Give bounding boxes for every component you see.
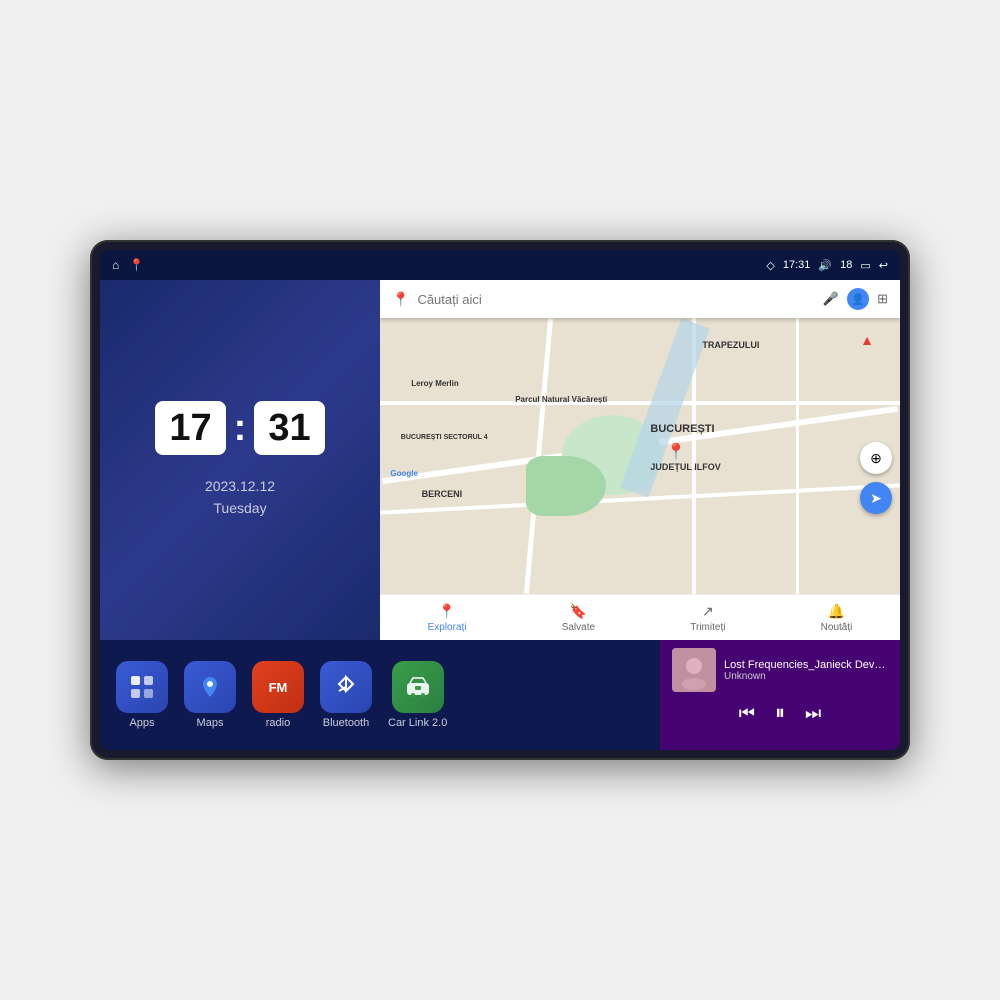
- map-green-area: [526, 456, 606, 516]
- clock-minute: 31: [268, 409, 310, 447]
- app-icons-panel: Apps Maps: [100, 640, 660, 750]
- map-road: [380, 401, 900, 405]
- map-search-bar: 📍 🎤 👤 ⊞: [380, 280, 900, 318]
- apps-label: Apps: [129, 717, 154, 729]
- map-area[interactable]: TRAPEZULUI BUCUREȘTI JUDEȚUL ILFOV Parcu…: [380, 318, 900, 594]
- status-right: ◇ 17:31 🔊 18 ▭ ↩: [766, 259, 888, 272]
- map-label-leroy: Leroy Merlin: [411, 379, 459, 388]
- send-icon: ↗: [702, 603, 714, 620]
- volume-icon: 🔊: [818, 259, 832, 272]
- location-marker: 📍: [666, 442, 686, 462]
- back-icon[interactable]: ↩: [879, 259, 888, 272]
- map-label-sector4: BUCUREȘTI SECTORUL 4: [401, 434, 488, 441]
- app-icon-maps[interactable]: Maps: [184, 661, 236, 729]
- status-bar: ⌂ 📍 ◇ 17:31 🔊 18 ▭ ↩: [100, 250, 900, 280]
- map-label-ilfov: JUDEȚUL ILFOV: [650, 462, 720, 472]
- map-nav-news[interactable]: 🔔 Noutăți: [813, 599, 861, 637]
- clock-colon: :: [234, 409, 247, 447]
- music-prev-button[interactable]: ⏮: [739, 703, 755, 724]
- map-location-btn[interactable]: ⊕: [860, 442, 892, 474]
- bottom-section: Apps Maps: [100, 640, 900, 750]
- music-thumbnail: [672, 648, 716, 692]
- main-content: 17 : 31 2023.12.12 Tuesday: [100, 280, 900, 750]
- maps-status-icon[interactable]: 📍: [129, 258, 144, 272]
- clock-hour-block: 17: [155, 401, 225, 455]
- map-label-trapezului: TRAPEZULUI: [702, 340, 759, 350]
- music-controls: ⏮ ⏸ ⏭: [672, 702, 888, 725]
- north-indicator: ▲: [860, 332, 874, 348]
- clock-display: 17 : 31: [155, 401, 324, 455]
- app-icon-radio[interactable]: FM radio: [252, 661, 304, 729]
- device-outer: ⌂ 📍 ◇ 17:31 🔊 18 ▭ ↩ 17: [90, 240, 910, 760]
- map-nav-saved[interactable]: 🔖 Salvate: [554, 599, 603, 637]
- bluetooth-icon-bg: [320, 661, 372, 713]
- map-road: [796, 318, 799, 594]
- apps-icon-bg: [116, 661, 168, 713]
- status-left: ⌂ 📍: [112, 258, 144, 272]
- signal-icon: ◇: [766, 259, 774, 272]
- map-navigate-btn[interactable]: ➤: [860, 482, 892, 514]
- map-bottom-nav: 📍 Explorați 🔖 Salvate ↗ Trimiteți 🔔: [380, 594, 900, 640]
- music-panel: Lost Frequencies_Janieck Devy-... Unknow…: [660, 640, 900, 750]
- home-icon[interactable]: ⌂: [112, 258, 119, 272]
- map-nav-send-label: Trimiteți: [690, 622, 725, 633]
- radio-label: radio: [266, 717, 290, 729]
- clock-minute-block: 31: [254, 401, 324, 455]
- map-label-google: Google: [390, 469, 418, 478]
- bluetooth-label: Bluetooth: [323, 717, 369, 729]
- music-artist: Unknown: [724, 671, 888, 682]
- map-label-bucuresti: BUCUREȘTI: [650, 423, 714, 435]
- radio-icon-bg: FM: [252, 661, 304, 713]
- map-controls-right: ⊕ ➤: [860, 442, 892, 514]
- battery-icon: ▭: [860, 259, 870, 272]
- map-nav-news-label: Noutăți: [821, 622, 853, 633]
- maps-icon-bg: [184, 661, 236, 713]
- map-nav-explore-label: Explorați: [428, 622, 467, 633]
- clock-hour: 17: [169, 409, 211, 447]
- map-background: TRAPEZULUI BUCUREȘTI JUDEȚUL ILFOV Parcu…: [380, 318, 900, 594]
- saved-icon: 🔖: [570, 603, 587, 620]
- app-icon-apps[interactable]: Apps: [116, 661, 168, 729]
- clock-date: 2023.12.12 Tuesday: [205, 475, 275, 520]
- map-label-parc: Parcul Natural Văcărești: [515, 395, 607, 404]
- map-layers-icon[interactable]: ⊞: [877, 291, 888, 307]
- map-nav-explore[interactable]: 📍 Explorați: [420, 599, 475, 637]
- device-screen: ⌂ 📍 ◇ 17:31 🔊 18 ▭ ↩ 17: [100, 250, 900, 750]
- google-maps-pin-icon: 📍: [392, 291, 409, 308]
- maps-label: Maps: [197, 717, 224, 729]
- explore-icon: 📍: [438, 603, 455, 620]
- mic-icon[interactable]: 🎤: [823, 291, 839, 307]
- account-icon[interactable]: 👤: [847, 288, 869, 310]
- app-icon-carlink[interactable]: Car Link 2.0: [388, 661, 447, 729]
- news-icon: 🔔: [828, 603, 845, 620]
- music-title: Lost Frequencies_Janieck Devy-...: [724, 659, 888, 671]
- clock-day-text: Tuesday: [205, 497, 275, 519]
- clock-panel: 17 : 31 2023.12.12 Tuesday: [100, 280, 380, 640]
- app-icon-bluetooth[interactable]: Bluetooth: [320, 661, 372, 729]
- map-label-berceni: BERCENI: [422, 489, 463, 499]
- carlink-icon-bg: [392, 661, 444, 713]
- map-nav-saved-label: Salvate: [562, 622, 595, 633]
- map-panel: 📍 🎤 👤 ⊞: [380, 280, 900, 640]
- time-display: 17:31: [783, 259, 811, 271]
- map-search-input[interactable]: [417, 292, 814, 307]
- map-nav-send[interactable]: ↗ Trimiteți: [682, 599, 733, 637]
- music-top: Lost Frequencies_Janieck Devy-... Unknow…: [672, 648, 888, 692]
- music-play-button[interactable]: ⏸: [775, 702, 785, 725]
- carlink-label: Car Link 2.0: [388, 717, 447, 729]
- music-next-button[interactable]: ⏭: [805, 703, 821, 724]
- clock-date-text: 2023.12.12: [205, 475, 275, 497]
- volume-level: 18: [840, 259, 852, 271]
- music-info: Lost Frequencies_Janieck Devy-... Unknow…: [724, 659, 888, 682]
- top-section: 17 : 31 2023.12.12 Tuesday: [100, 280, 900, 640]
